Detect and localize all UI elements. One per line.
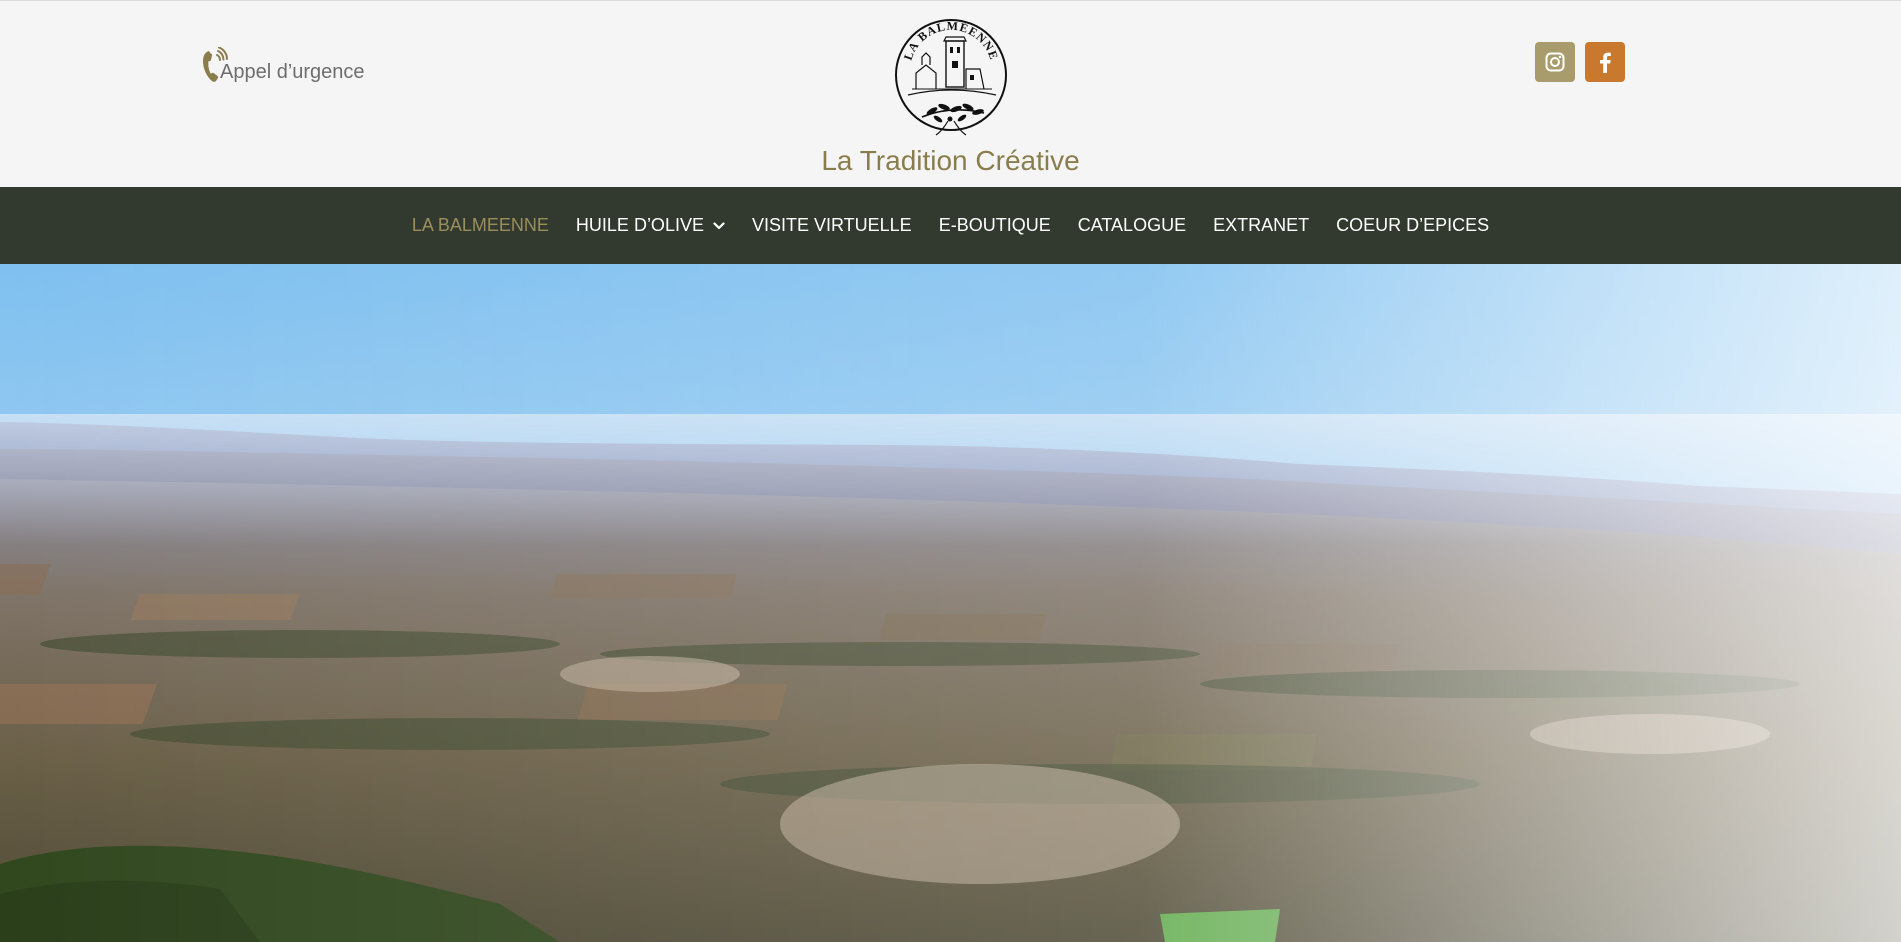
site-tagline: La Tradition Créative (821, 145, 1080, 176)
nav-item-e-boutique[interactable]: E-BOUTIQUE (925, 215, 1064, 236)
facebook-icon (1600, 52, 1611, 73)
site-header: Appel d’urgence LA BALMÉENNE La Traditio… (0, 1, 1901, 187)
hero-landscape-image (0, 264, 1901, 942)
main-navigation: LA BALMEENNE HUILE D’OLIVE VISITE VIRTUE… (0, 187, 1901, 264)
nav-item-la-balmeenne[interactable]: LA BALMEENNE (398, 215, 562, 236)
nav-item-label: VISITE VIRTUELLE (751, 215, 912, 235)
emergency-label: Appel d’urgence (220, 61, 365, 83)
nav-item-label: HUILE D’OLIVE (575, 215, 704, 235)
aerial-landscape-illustration (0, 264, 1901, 942)
nav-item-coeur-depices[interactable]: COEUR D’EPICES (1323, 215, 1503, 236)
instagram-icon (1545, 52, 1565, 72)
nav-item-label: E-BOUTIQUE (938, 215, 1051, 235)
nav-item-huile-dolive[interactable]: HUILE D’OLIVE (562, 215, 738, 236)
emergency-call-link[interactable]: Appel d’urgence (200, 47, 365, 85)
chevron-down-icon (713, 221, 725, 229)
nav-item-label: LA BALMEENNE (411, 215, 549, 235)
nav-item-visite-virtuelle[interactable]: VISITE VIRTUELLE (738, 215, 925, 236)
nav-item-extranet[interactable]: EXTRANET (1200, 215, 1323, 236)
nav-item-catalogue[interactable]: CATALOGUE (1064, 215, 1199, 236)
nav-item-label: EXTRANET (1213, 215, 1310, 235)
nav-item-label: COEUR D’EPICES (1336, 215, 1490, 235)
social-links (1535, 42, 1625, 82)
instagram-button[interactable] (1535, 42, 1575, 82)
nav-item-label: CATALOGUE (1077, 215, 1187, 235)
balmeenne-logo[interactable]: LA BALMÉENNE (892, 13, 1010, 147)
facebook-button[interactable] (1585, 42, 1625, 82)
